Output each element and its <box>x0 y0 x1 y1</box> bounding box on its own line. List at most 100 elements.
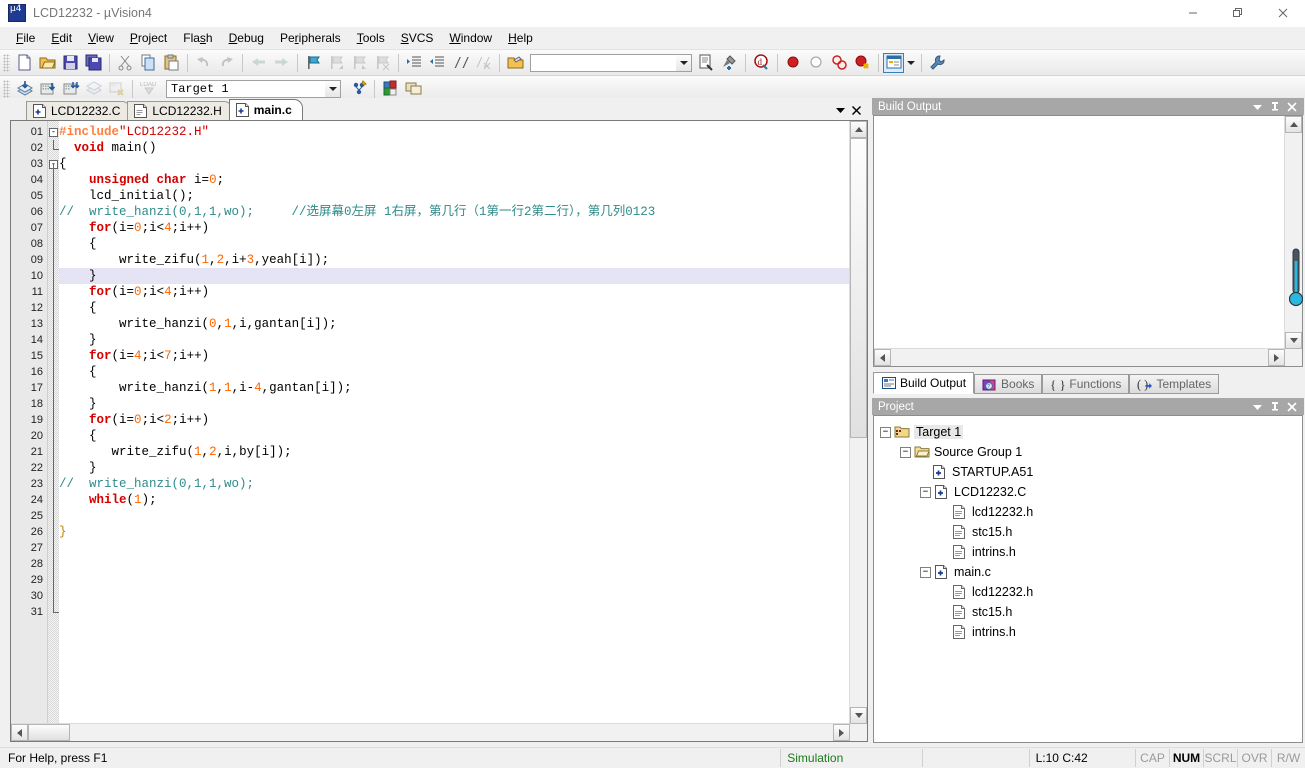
build-target-icon[interactable] <box>36 78 59 100</box>
code-line[interactable]: { <box>59 156 850 172</box>
code-line[interactable] <box>59 508 850 524</box>
scroll-right-button[interactable] <box>1268 349 1285 366</box>
cut-icon[interactable] <box>114 52 137 74</box>
tree-expander-collapse[interactable]: − <box>900 446 911 458</box>
output-tab-templates[interactable]: ( ) Templates <box>1129 374 1220 394</box>
editor-tab-lcd12232-h[interactable]: LCD12232.H <box>127 101 233 120</box>
build-output-vertical-scrollbar[interactable] <box>1284 116 1302 349</box>
code-line[interactable]: lcd_initial(); <box>59 188 850 204</box>
editor-tab-main-c[interactable]: main.c <box>228 99 303 120</box>
breakpoint-disable-icon[interactable] <box>805 52 828 74</box>
menu-project[interactable]: Project <box>122 28 175 48</box>
uncomment-icon[interactable]: // <box>472 52 495 74</box>
target-select[interactable]: Target 1 <box>166 79 341 98</box>
tree-node-lcd12232-h[interactable]: lcd12232.h <box>880 582 1302 602</box>
tree-node-main-c[interactable]: − main.c <box>880 562 1302 582</box>
save-all-icon[interactable] <box>82 52 105 74</box>
code-line[interactable]: { <box>59 428 850 444</box>
code-line[interactable]: unsigned char i=0; <box>59 172 850 188</box>
chevron-down-icon[interactable] <box>832 102 848 118</box>
code-line[interactable]: for(i=0;i<4;i++) <box>59 284 850 300</box>
tree-node-lcd12232-h[interactable]: lcd12232.h <box>880 502 1302 522</box>
bookmark-toggle-icon[interactable] <box>302 52 325 74</box>
editor-vscroll-thumb[interactable] <box>850 138 867 438</box>
menu-edit[interactable]: Edit <box>43 28 80 48</box>
code-line[interactable]: // write_hanzi(0,1,1,wo); <box>59 476 850 492</box>
code-line[interactable]: // write_hanzi(0,1,1,wo); //选屏幕0左屏 1右屏，第… <box>59 204 850 220</box>
menu-help[interactable]: Help <box>500 28 541 48</box>
download-icon[interactable]: LOAD <box>137 78 160 100</box>
code-line[interactable] <box>59 572 850 588</box>
tree-node-source group 1[interactable]: − Source Group 1 <box>880 442 1302 462</box>
tree-expander-collapse[interactable]: − <box>880 426 891 438</box>
tree-node-intrins-h[interactable]: intrins.h <box>880 542 1302 562</box>
pin-icon[interactable] <box>1270 401 1280 412</box>
editor-horizontal-scrollbar[interactable] <box>11 723 850 741</box>
code-line[interactable] <box>59 540 850 556</box>
menu-view[interactable]: View <box>80 28 122 48</box>
stop-build-icon[interactable] <box>105 78 128 100</box>
configure-tools-icon[interactable] <box>718 52 741 74</box>
menu-peripherals[interactable]: Peripherals <box>272 28 349 48</box>
tree-node-startup-a51[interactable]: STARTUP.A51 <box>880 462 1302 482</box>
editor-hscroll-thumb[interactable] <box>28 724 70 741</box>
project-tree[interactable]: − Target 1− Source Group 1 STARTUP.A51− LCD1… <box>874 416 1302 642</box>
redo-icon[interactable] <box>215 52 238 74</box>
navigate-back-icon[interactable] <box>247 52 270 74</box>
code-line[interactable]: void main() <box>59 140 850 156</box>
tree-expander-collapse[interactable]: − <box>920 486 931 498</box>
breakpoint-disableall-icon[interactable] <box>851 52 874 74</box>
code-line[interactable]: { <box>59 236 850 252</box>
code-line[interactable]: } <box>59 460 850 476</box>
scroll-down-button[interactable] <box>1285 332 1302 349</box>
manage-components-icon[interactable] <box>379 78 402 100</box>
menu-flash[interactable]: Flash <box>175 28 220 48</box>
target-options-icon[interactable] <box>347 78 370 100</box>
output-tab-functions[interactable]: { } Functions <box>1042 374 1130 394</box>
project-window-dropdown[interactable] <box>904 52 917 74</box>
copy-icon[interactable] <box>137 52 160 74</box>
code-line[interactable]: } <box>59 396 850 412</box>
code-line[interactable] <box>59 588 850 604</box>
scroll-left-button[interactable] <box>874 349 891 366</box>
comment-icon[interactable]: // <box>449 52 472 74</box>
build-output-textarea[interactable] <box>873 115 1303 367</box>
output-tab-books[interactable]: ? Books <box>974 374 1043 394</box>
code-line[interactable]: { <box>59 364 850 380</box>
code-line[interactable]: #include"LCD12232.H" <box>59 124 850 140</box>
fold-margin[interactable]: -- <box>48 121 59 724</box>
open-file-icon[interactable] <box>36 52 59 74</box>
menu-debug[interactable]: Debug <box>221 28 272 48</box>
rebuild-all-icon[interactable] <box>59 78 82 100</box>
code-line[interactable]: } <box>59 268 850 284</box>
bookmark-next-icon[interactable] <box>348 52 371 74</box>
code-text[interactable]: #include"LCD12232.H" void main(){ unsign… <box>59 121 850 724</box>
code-line[interactable]: write_zifu(1,2,i+3,yeah[i]); <box>59 252 850 268</box>
scroll-up-button[interactable] <box>850 121 867 138</box>
output-tab-build-output[interactable]: Build Output <box>873 372 975 394</box>
close-icon[interactable] <box>1287 401 1297 412</box>
scroll-right-button[interactable] <box>833 724 850 741</box>
scroll-up-button[interactable] <box>1285 116 1302 133</box>
undo-icon[interactable] <box>192 52 215 74</box>
scroll-down-button[interactable] <box>850 707 867 724</box>
close-window-button[interactable] <box>1260 0 1305 26</box>
menu-window[interactable]: Window <box>441 28 500 48</box>
code-line[interactable]: for(i=0;i<2;i++) <box>59 412 850 428</box>
navigate-forward-icon[interactable] <box>270 52 293 74</box>
chevron-down-icon[interactable] <box>1252 403 1263 411</box>
tree-expander-collapse[interactable]: − <box>920 566 931 578</box>
bookmark-prev-icon[interactable] <box>325 52 348 74</box>
project-tree-container[interactable]: − Target 1− Source Group 1 STARTUP.A51− LCD1… <box>873 415 1303 743</box>
menu-file[interactable]: File <box>8 28 43 48</box>
find-in-files-icon[interactable] <box>695 52 718 74</box>
code-line[interactable]: { <box>59 300 850 316</box>
indent-icon[interactable] <box>403 52 426 74</box>
editor-vertical-scrollbar[interactable] <box>849 121 867 724</box>
open-in-editor-icon[interactable] <box>504 52 527 74</box>
toolbar-grip[interactable] <box>3 79 10 98</box>
build-output-horizontal-scrollbar[interactable] <box>874 348 1285 366</box>
settings-wrench-icon[interactable] <box>926 52 949 74</box>
breakpoint-killall-icon[interactable] <box>828 52 851 74</box>
code-line[interactable] <box>59 556 850 572</box>
